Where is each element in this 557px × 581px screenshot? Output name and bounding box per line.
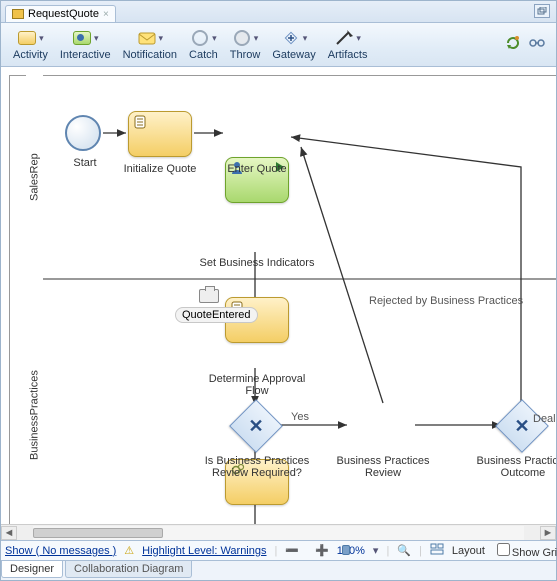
bpmn-file-icon [12, 9, 24, 19]
warning-icon: ⚠ [124, 544, 134, 557]
dropdown-arrow-icon: ▾ [303, 33, 308, 44]
zoom-slider-knob[interactable] [342, 545, 350, 555]
tool-label: Artifacts [328, 49, 368, 61]
flow-label-yes: Yes [291, 411, 309, 423]
dropdown-arrow-icon: ▾ [159, 33, 164, 44]
dropdown-arrow-icon: ▾ [356, 33, 361, 44]
catch-event-icon [190, 29, 210, 47]
close-tab-icon[interactable]: × [103, 9, 109, 20]
canvas-horizontal-scrollbar[interactable]: ◄ ► [1, 524, 556, 540]
zoom-to-fit-icon[interactable]: 🔍 [397, 544, 411, 557]
palette-toolbar: ▾ Activity ▾ Interactive ▾ Notification [1, 23, 556, 67]
document-tab-label: RequestQuote [28, 8, 99, 20]
zoom-in-icon[interactable]: ➕ [315, 544, 329, 557]
tool-label: Interactive [60, 49, 111, 61]
bottom-tabbar: Designer Collaboration Diagram [1, 560, 556, 580]
tool-catch[interactable]: ▾ Catch [183, 26, 224, 63]
lane-bp-border [26, 279, 556, 540]
document-tabbar: RequestQuote × [1, 1, 556, 23]
dropdown-arrow-icon: ▾ [39, 33, 44, 44]
link-icon[interactable] [528, 34, 546, 55]
restore-icon [537, 7, 547, 15]
task-label: Business Practices Review [323, 455, 443, 479]
tool-label: Notification [123, 49, 177, 61]
task-initialize-quote[interactable] [128, 111, 192, 157]
show-messages-link[interactable]: Show ( No messages ) [5, 545, 116, 557]
tool-label: Throw [230, 49, 261, 61]
tool-gateway[interactable]: ▾ Gateway [266, 26, 321, 63]
task-label: Enter Quote [197, 163, 317, 175]
lane-salesrep-border [26, 75, 556, 279]
gateway-label: Business Practices Outcome [463, 455, 556, 479]
scroll-right-arrow-icon[interactable]: ► [540, 526, 556, 540]
start-event[interactable] [65, 115, 101, 151]
tool-activity[interactable]: ▾ Activity [7, 26, 54, 63]
pool-label: ote [9, 75, 26, 540]
flow-label-deal: Deal [533, 413, 556, 425]
zoom-value: 100% [337, 545, 365, 557]
activity-icon [17, 29, 37, 47]
artifacts-icon [334, 29, 354, 47]
tool-throw[interactable]: ▾ Throw [224, 26, 267, 63]
tool-label: Activity [13, 49, 48, 61]
tool-interactive[interactable]: ▾ Interactive [54, 26, 117, 63]
refresh-icon[interactable] [504, 34, 522, 55]
event-quote-entered[interactable]: QuoteEntered [175, 307, 258, 323]
show-grid-toggle[interactable]: Show Grid [493, 543, 557, 559]
scroll-track[interactable] [33, 526, 524, 540]
layout-button[interactable]: Layout [452, 545, 485, 557]
dropdown-arrow-icon: ▾ [94, 33, 99, 44]
show-grid-checkbox[interactable] [497, 543, 510, 556]
camera-icon [199, 289, 219, 303]
lane-label-bp: BusinessPractices [26, 279, 43, 540]
tool-label: Catch [189, 49, 218, 61]
tool-artifacts[interactable]: ▾ Artifacts [322, 26, 374, 63]
tab-collaboration-diagram[interactable]: Collaboration Diagram [65, 561, 192, 578]
restore-window-button[interactable] [534, 4, 550, 18]
task-label: Determine Approval Flow [197, 373, 317, 397]
zoom-dropdown-icon[interactable]: ▾ [373, 544, 379, 557]
zoom-out-icon[interactable]: ➖ [285, 544, 299, 557]
gateway-label: Is Business Practices Review Required? [197, 455, 317, 479]
gateway-icon [281, 29, 301, 47]
document-tab-requestquote[interactable]: RequestQuote × [5, 5, 116, 22]
interactive-icon [72, 29, 92, 47]
throw-event-icon [232, 29, 252, 47]
dropdown-arrow-icon: ▾ [254, 33, 259, 44]
diagram-canvas[interactable]: ote SalesRep BusinessPractices Start [1, 67, 556, 540]
lane-label-salesrep: SalesRep [26, 75, 43, 279]
scroll-left-arrow-icon[interactable]: ◄ [1, 526, 17, 540]
highlight-level-link[interactable]: Highlight Level: Warnings [142, 545, 266, 557]
tab-designer[interactable]: Designer [1, 561, 63, 578]
layout-icon[interactable] [430, 543, 444, 558]
status-bar: Show ( No messages ) ⚠ Highlight Level: … [1, 540, 556, 560]
notification-icon [137, 29, 157, 47]
flow-label-rejected: Rejected by Business Practices [369, 295, 523, 307]
tool-label: Gateway [272, 49, 315, 61]
tool-notification[interactable]: ▾ Notification [117, 26, 183, 63]
script-icon [133, 115, 149, 129]
scroll-thumb[interactable] [33, 528, 163, 538]
task-label: Set Business Indicators [197, 257, 317, 269]
dropdown-arrow-icon: ▾ [212, 33, 217, 44]
